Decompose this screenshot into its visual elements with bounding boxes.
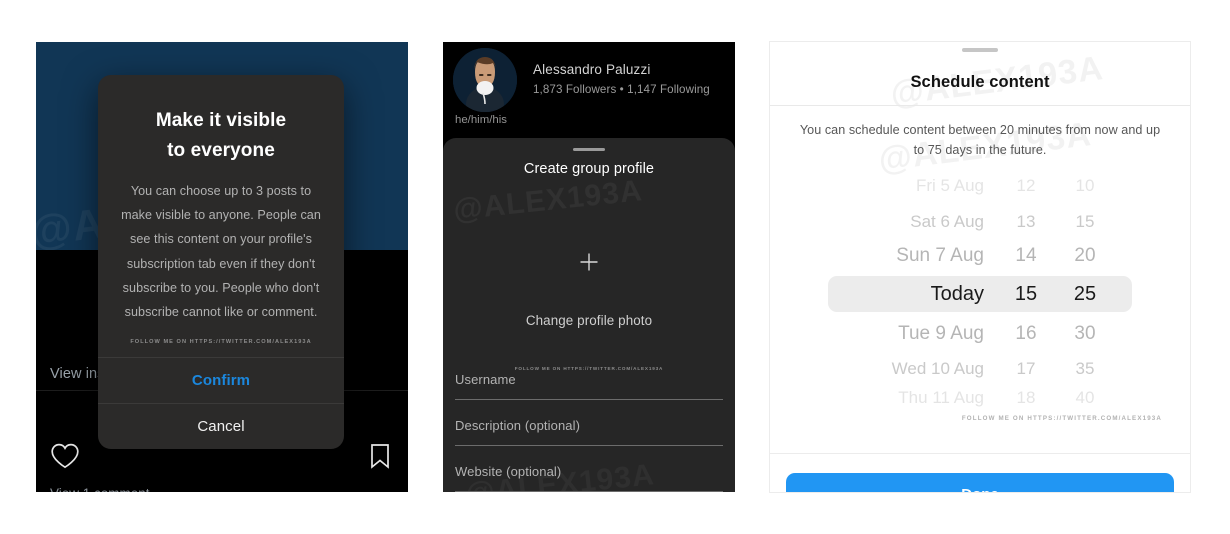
watermark-url: FOLLOW ME ON HTTPS://TWITTER.COM/ALEX193…: [130, 338, 312, 345]
picker-hour: 14: [1015, 245, 1037, 266]
picker-hour: 17: [1016, 359, 1036, 378]
change-profile-photo-button[interactable]: Change profile photo: [443, 313, 735, 328]
header-divider: [770, 105, 1190, 106]
picker-minute: 30: [1074, 323, 1096, 344]
picker-row[interactable]: Tue 9 Aug 16 30: [770, 319, 1190, 349]
watermark-url: FOLLOW ME ON HTTPS://TWITTER.COM/ALEX193…: [961, 415, 1162, 422]
picker-hour: 16: [1015, 323, 1037, 344]
username-field-label: Username: [455, 372, 516, 387]
description-field[interactable]: Description (optional): [455, 418, 723, 446]
done-button[interactable]: Done: [786, 473, 1174, 492]
picker-minute: 25: [1073, 282, 1097, 305]
picker-minute: 10: [1075, 176, 1095, 195]
panel-schedule-content: @ALEX193A @ALEX193A Schedule content You…: [770, 42, 1190, 492]
profile-display-name: Alessandro Paluzzi: [533, 62, 651, 77]
picker-row[interactable]: Fri 5 Aug 12 10: [770, 171, 1190, 201]
cancel-button[interactable]: Cancel: [98, 404, 344, 449]
username-field[interactable]: Username: [455, 372, 723, 400]
panel-create-group-profile: Alessandro Paluzzi 1,873 Followers • 1,1…: [443, 42, 735, 492]
website-field[interactable]: Website (optional): [455, 464, 723, 492]
picker-date: Today: [930, 282, 984, 305]
picker-minute: 20: [1074, 245, 1096, 266]
sheet-grabber[interactable]: [573, 148, 605, 151]
view-comments-link[interactable]: View 1 comment: [50, 486, 150, 492]
schedule-description: You can schedule content between 20 minu…: [799, 123, 1161, 157]
dialog-title: Make it visible to everyone: [98, 75, 344, 167]
picker-minute: 35: [1075, 359, 1095, 378]
visibility-confirm-dialog: Make it visible to everyone You can choo…: [98, 75, 344, 449]
page-title: Schedule content: [910, 73, 1050, 91]
picker-date: Sat 6 Aug: [910, 212, 984, 231]
heart-icon[interactable]: [50, 442, 80, 470]
picker-date: Wed 10 Aug: [891, 359, 984, 378]
bookmark-icon[interactable]: [368, 442, 392, 470]
watermark-handle: @ALEX193A: [451, 174, 645, 227]
confirm-button[interactable]: Confirm: [98, 358, 344, 403]
picker-date: Thu 11 Aug: [898, 388, 984, 407]
picker-minute: 40: [1075, 388, 1095, 407]
plus-icon[interactable]: [580, 253, 599, 272]
datetime-picker[interactable]: Fri 5 Aug 12 10 Sat 6 Aug 13 15 Sun 7 Au…: [770, 167, 1190, 407]
picker-row[interactable]: Wed 10 Aug 17 35: [770, 354, 1190, 384]
field-underline: [455, 445, 723, 446]
panel-make-it-visible: @ALEX193A @ALEX193A View insights View 1…: [36, 42, 408, 492]
picker-date: Sun 7 Aug: [896, 245, 984, 266]
picker-hour: 18: [1016, 388, 1036, 407]
field-underline: [455, 491, 723, 492]
dialog-body: You can choose up to 3 posts to make vis…: [121, 183, 321, 320]
picker-minute: 15: [1075, 212, 1095, 231]
field-underline: [455, 399, 723, 400]
picker-date: Fri 5 Aug: [915, 176, 984, 195]
dialog-title-line2: to everyone: [167, 140, 275, 162]
picker-hour: 15: [1014, 282, 1038, 305]
picker-row[interactable]: Sat 6 Aug 13 15: [770, 207, 1190, 237]
avatar[interactable]: [453, 48, 517, 112]
picker-hour: 12: [1016, 176, 1036, 195]
website-field-label: Website (optional): [455, 464, 562, 479]
profile-stats: 1,873 Followers • 1,147 Following: [533, 83, 710, 96]
screenshot-stage: @ALEX193A @ALEX193A View insights View 1…: [0, 0, 1230, 534]
dialog-title-line1: Make it visible: [155, 110, 287, 131]
picker-row[interactable]: Thu 11 Aug 18 40: [770, 383, 1190, 413]
picker-hour: 13: [1016, 212, 1036, 231]
footer-divider: [770, 453, 1190, 454]
picker-date: Tue 9 Aug: [898, 323, 984, 344]
sheet-title: Create group profile: [523, 161, 655, 177]
bottom-sheet: Create group profile @ALEX193A @ALEX193A…: [443, 138, 735, 492]
profile-pronouns: he/him/his: [455, 114, 507, 126]
sheet-grabber[interactable]: [962, 48, 998, 52]
picker-row[interactable]: Sun 7 Aug 14 20: [770, 241, 1190, 271]
picker-row-selected[interactable]: Today 15 25: [770, 279, 1190, 309]
watermark-url: FOLLOW ME ON HTTPS://TWITTER.COM/ALEX193…: [514, 366, 664, 371]
description-field-label: Description (optional): [455, 418, 581, 433]
